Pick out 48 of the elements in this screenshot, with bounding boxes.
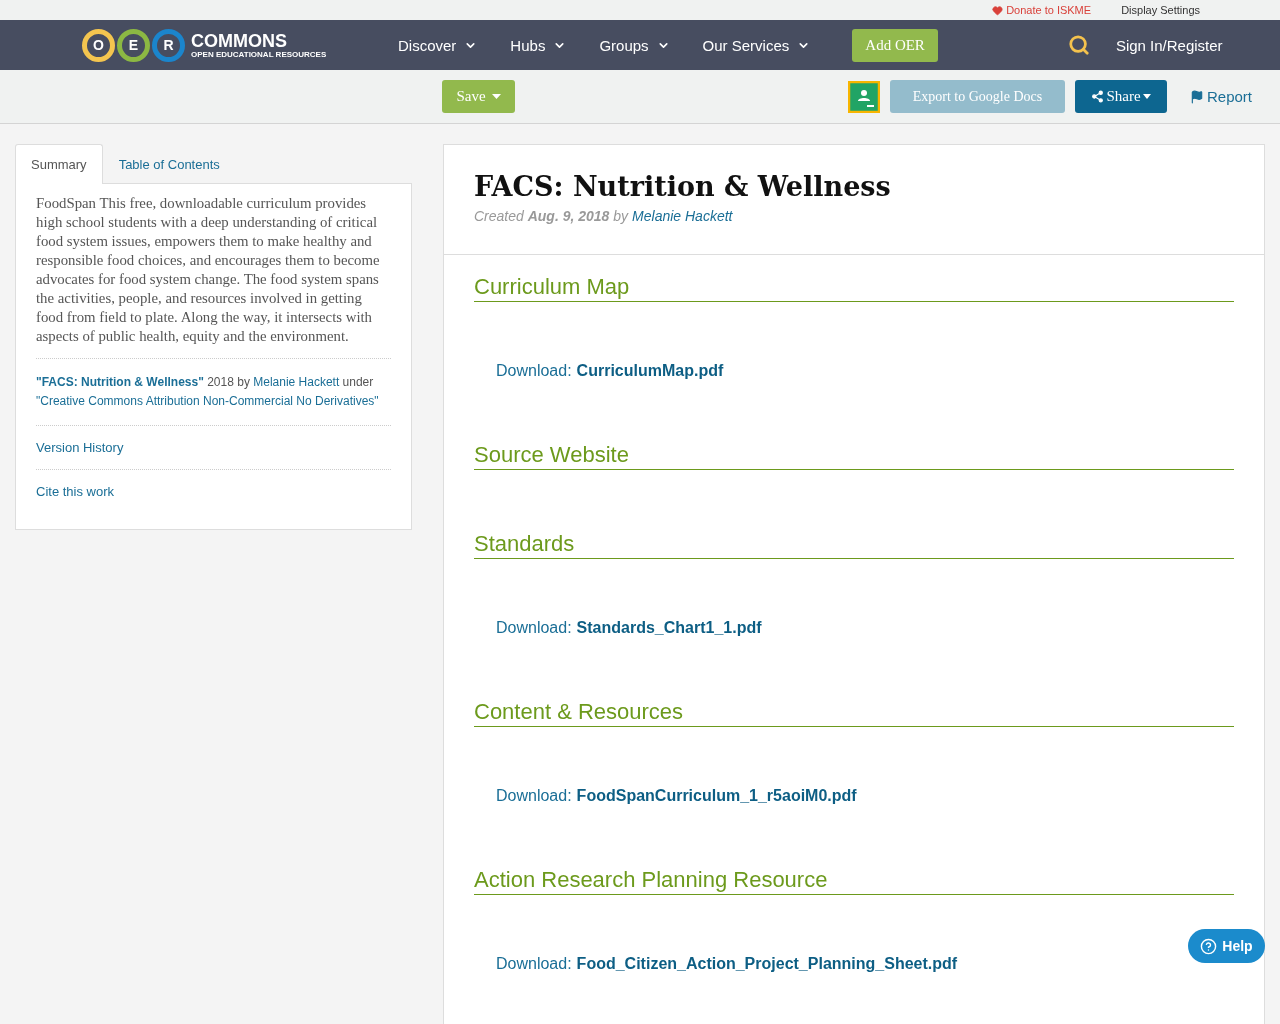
title-link[interactable]: "FACS: Nutrition & Wellness" — [36, 375, 204, 389]
nav-item[interactable]: Our Services — [702, 36, 811, 54]
nav-item[interactable]: Hubs — [510, 36, 567, 54]
share-icon — [1091, 90, 1105, 103]
donate-link[interactable]: Donate to ISKME — [992, 4, 1092, 16]
help-icon — [1200, 937, 1218, 955]
classroom-icon[interactable] — [848, 80, 880, 113]
display-settings-link[interactable]: Display Settings — [1121, 4, 1200, 16]
report-link[interactable]: Report — [1190, 88, 1253, 105]
logo-name: COMMONS — [191, 31, 288, 50]
download-link[interactable]: Standards_Chart1_1.pdf — [576, 619, 762, 637]
caret-icon — [491, 94, 501, 99]
attribution-text: "FACS: Nutrition & Wellness" 2018 by Melanie Hackett under "Creative Commons Attribution Non-Commercial No Derivatives" — [36, 374, 380, 410]
logo-letter: R — [152, 28, 185, 62]
download-label: Download: — [496, 619, 572, 637]
download-label: Download: — [496, 955, 572, 973]
section-heading: Source Website — [474, 441, 1234, 470]
tab[interactable]: Summary — [15, 144, 103, 184]
nav-item[interactable]: Discover — [398, 36, 478, 54]
author-link[interactable]: Melanie Hackett — [253, 375, 340, 389]
section-heading: Curriculum Map — [474, 273, 1234, 302]
sidebar-link[interactable]: Cite this work — [36, 484, 115, 499]
description-text: FoodSpan This free, downloadable curriculum provides high school students with a deep understanding of critical food system issues, empowers them to make healthy and responsible food choices, and encourages them to become advocates for food system change. The food system spans the activities, people, and resources involved in getting food from field to plate. Along the way, it intersects with aspects of public health, equity and the environment. — [36, 194, 381, 346]
sign-in-link[interactable]: Sign In/Register — [1115, 36, 1223, 54]
download-link[interactable]: FoodSpanCurriculum_1_r5aoiM0.pdf — [576, 787, 857, 805]
tab[interactable]: Table of Contents — [102, 144, 236, 184]
caret-icon — [1142, 94, 1151, 99]
download-link[interactable]: CurriculumMap.pdf — [576, 362, 724, 380]
download-link[interactable]: Food_Citizen_Action_Project_Planning_Sheet.pdf — [576, 955, 958, 973]
flag-icon — [1190, 89, 1204, 104]
section-heading: Standards — [474, 530, 1234, 559]
section-heading: Action Research Planning Resource — [474, 866, 1234, 895]
heart-icon — [992, 4, 1004, 16]
nav-item[interactable]: Groups — [599, 36, 670, 54]
help-button[interactable]: Help — [1188, 929, 1265, 963]
section-heading: Content & Resources — [474, 698, 1234, 727]
download-label: Download: — [496, 362, 572, 380]
logo-letter: E — [117, 28, 150, 62]
share-button[interactable]: Share — [1075, 80, 1167, 113]
logo-letter: O — [82, 28, 115, 62]
license-link[interactable]: "Creative Commons Attribution Non-Commercial No Derivatives" — [36, 394, 379, 408]
sidebar-link[interactable]: Version History — [36, 440, 124, 455]
created-date: Created Aug. 9, 2018 by — [474, 208, 629, 224]
logo-tagline: OPEN EDUCATIONAL RESOURCES — [191, 49, 327, 59]
search-icon[interactable] — [1067, 34, 1090, 56]
resource-title: FACS: Nutrition & Wellness — [474, 171, 892, 202]
author-link[interactable]: Melanie Hackett — [632, 208, 733, 224]
download-label: Download: — [496, 787, 572, 805]
